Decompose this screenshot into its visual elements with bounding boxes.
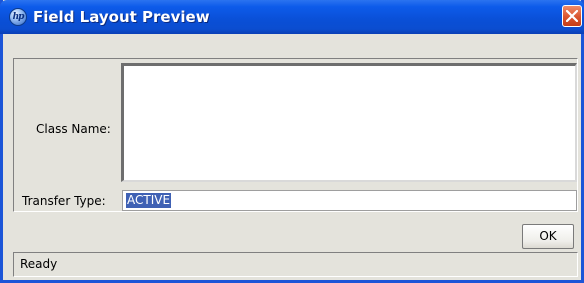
transfer-type-field[interactable]: ACTIVE (122, 190, 577, 211)
close-button[interactable] (562, 5, 582, 27)
status-text: Ready (20, 257, 58, 271)
button-row (13, 216, 578, 250)
transfer-type-value: ACTIVE (126, 193, 172, 208)
status-bar: Ready (13, 252, 578, 277)
ok-button[interactable]: OK (522, 224, 574, 249)
title-bar[interactable]: hp Field Layout Preview (0, 0, 584, 34)
class-name-label: Class Name: (36, 122, 111, 136)
transfer-type-label: Transfer Type: (22, 194, 106, 208)
close-icon (566, 10, 578, 22)
class-name-textarea[interactable] (121, 63, 577, 182)
hp-logo-icon: hp (9, 8, 27, 26)
window-title: Field Layout Preview (33, 8, 210, 26)
